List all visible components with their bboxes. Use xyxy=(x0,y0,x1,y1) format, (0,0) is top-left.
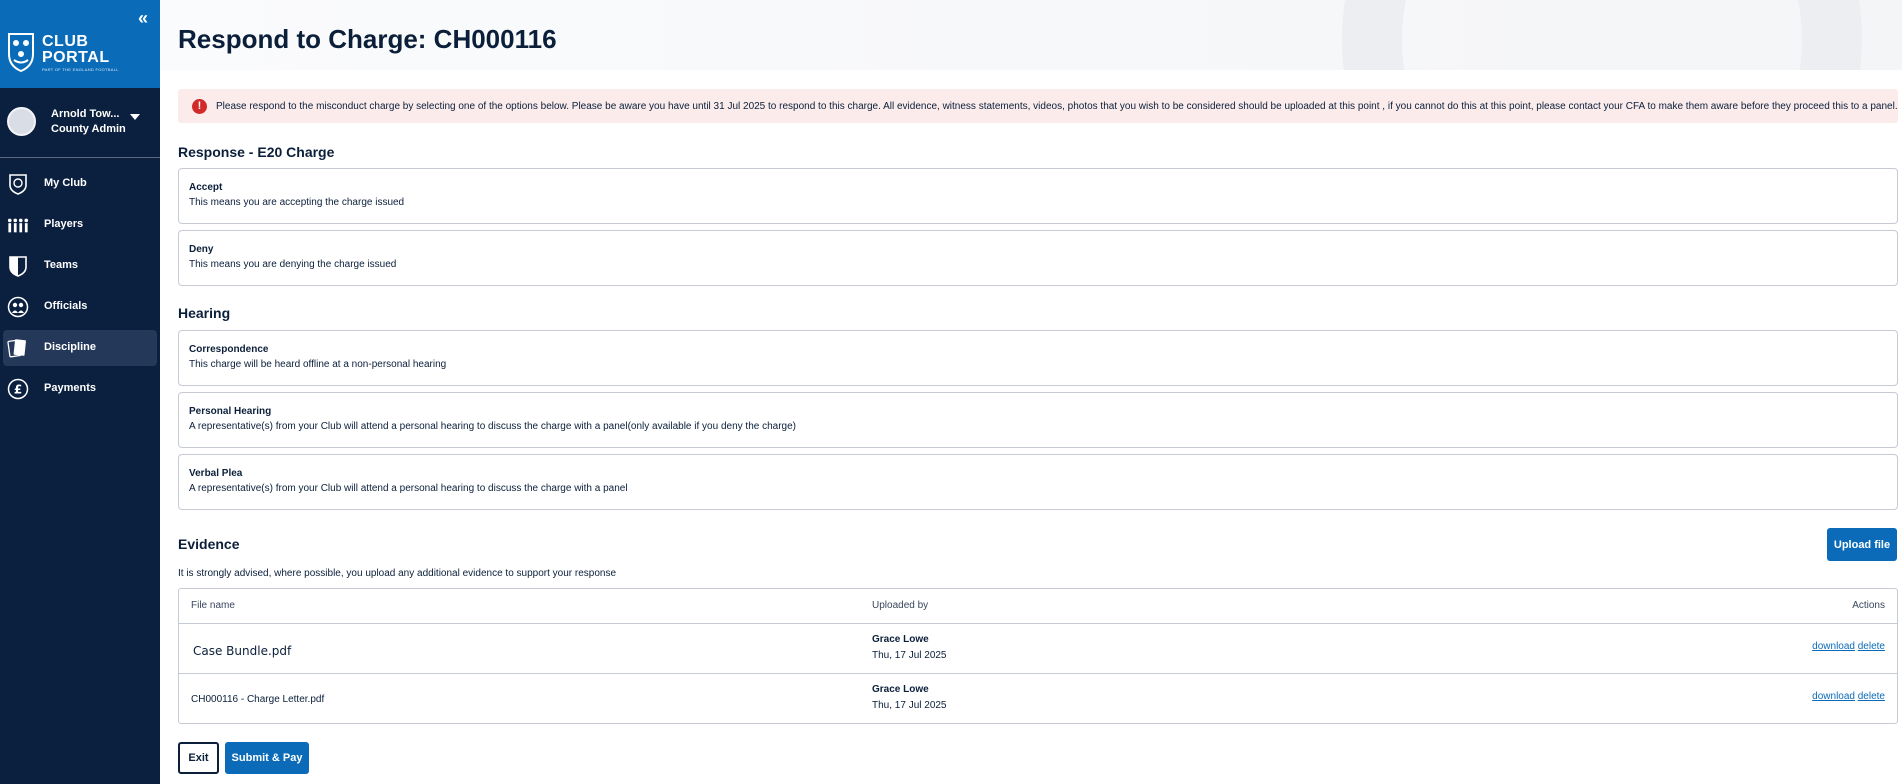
option-personal-hearing[interactable]: Personal Hearing A representative(s) fro… xyxy=(178,392,1898,448)
uploader-name: Grace Lowe xyxy=(872,684,929,695)
sidebar-item-players[interactable]: Players xyxy=(3,207,157,243)
user-menu[interactable]: Arnold Tow... County Admin xyxy=(0,88,160,158)
row-actions: download delete xyxy=(1812,691,1885,702)
sidebar-item-label: Payments xyxy=(44,382,96,394)
upload-date: Thu, 17 Jul 2025 xyxy=(872,650,947,661)
upload-file-button[interactable]: Upload file xyxy=(1827,528,1897,561)
download-link[interactable]: download xyxy=(1812,691,1855,702)
cards-icon xyxy=(7,337,29,359)
uploader-name: Grace Lowe xyxy=(872,634,929,645)
alert-text: Please respond to the misconduct charge … xyxy=(216,101,1898,112)
table-row: Case Bundle.pdf Grace Lowe Thu, 17 Jul 2… xyxy=(179,623,1897,673)
option-verbal-plea[interactable]: Verbal Plea A representative(s) from you… xyxy=(178,454,1898,510)
response-section-title: Response - E20 Charge xyxy=(178,144,335,160)
file-name: Case Bundle.pdf xyxy=(193,644,292,658)
evidence-section-title: Evidence xyxy=(178,536,240,552)
officials-icon xyxy=(7,296,29,318)
sidebar-item-label: Discipline xyxy=(44,341,96,353)
collapse-sidebar-icon[interactable]: « xyxy=(138,8,148,29)
sidebar-item-officials[interactable]: Officials xyxy=(3,289,157,325)
option-description: This means you are accepting the charge … xyxy=(189,197,405,208)
exit-button[interactable]: Exit xyxy=(178,742,219,774)
option-accept[interactable]: Accept This means you are accepting the … xyxy=(178,168,1898,224)
sidebar-item-discipline[interactable]: Discipline xyxy=(3,330,157,366)
brand-header: « CLUB PORTAL PART OF THE ENGLAND FOOTBA… xyxy=(0,0,160,88)
page-title: Respond to Charge: CH000116 xyxy=(178,24,557,54)
submit-and-pay-button[interactable]: Submit & Pay xyxy=(225,742,309,774)
players-icon xyxy=(7,214,29,236)
sidebar-item-label: Teams xyxy=(44,259,79,271)
alert-icon: ! xyxy=(192,99,207,114)
pound-icon: £ xyxy=(7,378,29,400)
hearing-section-title: Hearing xyxy=(178,305,231,321)
brand-subtitle: PART OF THE ENGLAND FOOTBALL xyxy=(42,67,119,72)
upload-date: Thu, 17 Jul 2025 xyxy=(872,700,947,711)
option-description: A representative(s) from your Club will … xyxy=(189,421,796,432)
option-correspondence[interactable]: Correspondence This charge will be heard… xyxy=(178,330,1898,386)
download-link[interactable]: download xyxy=(1812,641,1855,652)
option-description: A representative(s) from your Club will … xyxy=(189,483,628,494)
row-actions: download delete xyxy=(1812,641,1885,652)
main-content: Respond to Charge: CH000116 ! Please res… xyxy=(160,0,1902,784)
option-deny[interactable]: Deny This means you are denying the char… xyxy=(178,230,1898,286)
option-title: Verbal Plea xyxy=(189,468,243,479)
column-header-file: File name xyxy=(191,600,235,611)
sidebar-item-my-club[interactable]: My Club xyxy=(3,166,157,202)
delete-link[interactable]: delete xyxy=(1858,641,1885,652)
chevron-down-icon[interactable] xyxy=(130,114,140,120)
option-title: Personal Hearing xyxy=(189,406,272,417)
club-crest-icon xyxy=(7,173,29,195)
shield-icon xyxy=(7,255,29,277)
header-decoration xyxy=(1342,0,1862,70)
user-role: County Admin xyxy=(51,123,126,135)
sidebar-item-label: My Club xyxy=(44,177,87,189)
brand-title: CLUB PORTAL xyxy=(42,33,110,66)
sidebar-item-label: Players xyxy=(44,218,84,230)
column-header-actions: Actions xyxy=(1852,600,1885,611)
sidebar-item-teams[interactable]: Teams xyxy=(3,248,157,284)
option-description: This charge will be heard offline at a n… xyxy=(189,359,447,370)
file-name: CH000116 - Charge Letter.pdf xyxy=(191,694,325,705)
evidence-table: File name Uploaded by Actions Case Bundl… xyxy=(178,588,1898,724)
delete-link[interactable]: delete xyxy=(1858,691,1885,702)
option-description: This means you are denying the charge is… xyxy=(189,259,397,270)
svg-text:£: £ xyxy=(14,383,22,397)
sidebar-nav: My Club Players Teams Officials Discipli… xyxy=(0,166,160,407)
club-portal-logo-icon xyxy=(8,33,34,72)
user-name: Arnold Tow... xyxy=(51,108,120,120)
deadline-alert: ! Please respond to the misconduct charg… xyxy=(178,89,1898,123)
option-title: Accept xyxy=(189,182,223,193)
column-header-uploaded-by: Uploaded by xyxy=(872,600,929,611)
option-title: Deny xyxy=(189,244,214,255)
avatar xyxy=(7,107,36,136)
sidebar-item-label: Officials xyxy=(44,300,88,312)
sidebar-item-payments[interactable]: £ Payments xyxy=(3,371,157,407)
sidebar: « CLUB PORTAL PART OF THE ENGLAND FOOTBA… xyxy=(0,0,160,784)
option-title: Correspondence xyxy=(189,344,269,355)
table-row: CH000116 - Charge Letter.pdf Grace Lowe … xyxy=(179,673,1897,723)
evidence-advice: It is strongly advised, where possible, … xyxy=(178,568,617,579)
